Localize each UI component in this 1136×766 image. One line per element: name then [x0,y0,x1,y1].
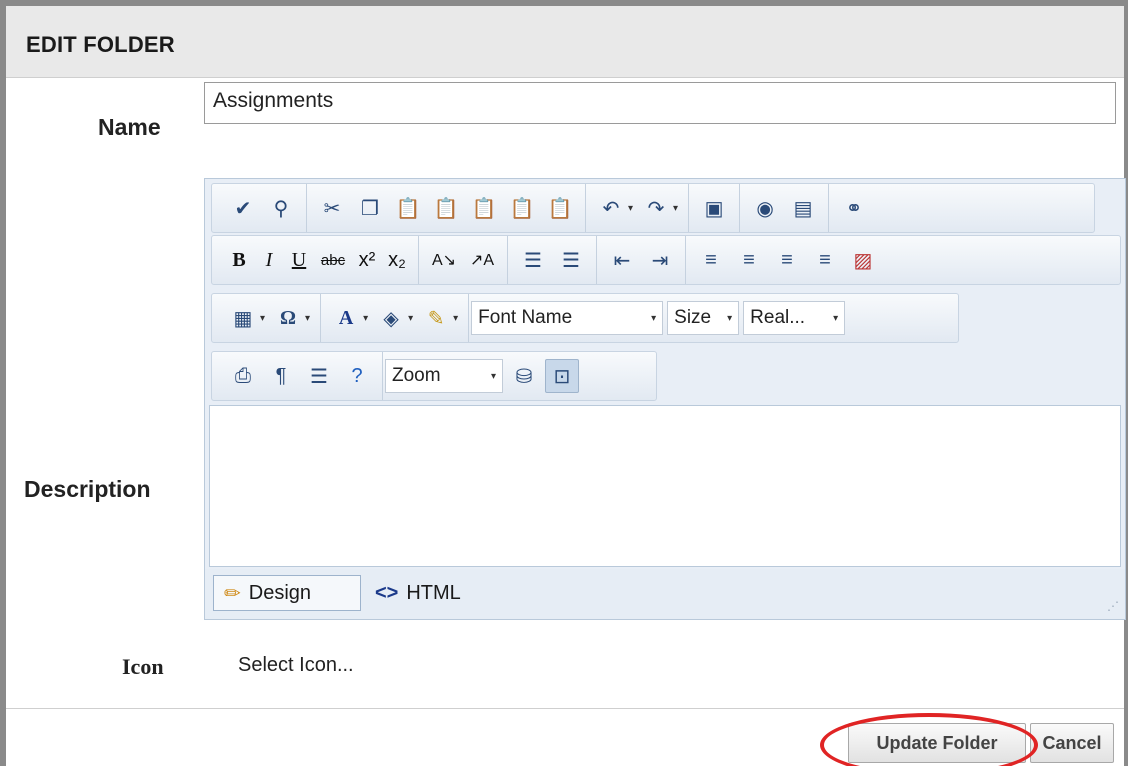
editor-toolbar: ✔ ⚲ ✂ ❐ 📋 📋 📋 📋 📋 ↶ ▾ ↷ ▾ ▣ ◉ ▤ ⚭ B I U … [205,179,1125,405]
strikethrough-icon[interactable]: abc [316,243,350,277]
toggle-screen-icon[interactable]: ⊡ [545,359,579,393]
undo-icon[interactable]: ↶ [594,191,628,225]
align-left-icon[interactable]: ≡ [694,243,728,277]
editor-content-area[interactable] [209,405,1121,567]
font-color-icon[interactable]: A [329,301,363,335]
outdent-icon[interactable]: ⇤ [605,243,639,277]
table-icon[interactable]: ▦ [226,301,260,335]
code-icon: <> [375,581,399,604]
remove-alignment-icon[interactable]: ▨ [846,243,880,277]
find-replace-icon[interactable]: ⚲ [264,191,298,225]
module-manager-icon[interactable]: ⛁ [507,359,541,393]
format-stripper-icon[interactable]: ✎ [419,301,453,335]
chevron-down-icon: ▾ [490,370,496,382]
update-folder-button[interactable]: Update Folder [848,723,1026,763]
html-mode-tab[interactable]: <> HTML [365,575,471,611]
font-size-select[interactable]: Size ▾ [667,301,740,335]
numbered-list-icon[interactable]: ☰ [516,243,550,277]
name-input[interactable]: Assignments [204,82,1116,124]
design-mode-tab[interactable]: ✏ Design [213,575,361,611]
table-dropdown-icon[interactable]: ▾ [260,313,265,324]
help-icon[interactable]: ? [340,359,374,393]
format-icon[interactable]: ☰ [302,359,336,393]
edit-folder-dialog: EDIT FOLDER Name Assignments Description… [0,0,1128,766]
underline-icon[interactable]: U [286,243,312,277]
font-name-select[interactable]: Font Name ▾ [471,301,664,335]
subscript-icon[interactable]: x₂ [384,243,410,277]
chevron-down-icon: ▾ [833,312,839,324]
paste-html-icon[interactable]: 📋 [543,191,577,225]
print-icon[interactable]: ⎙ [226,359,260,393]
real-font-size-value: Real... [750,307,806,328]
chevron-down-icon: ▾ [727,312,733,324]
font-name-value: Font Name [478,307,573,328]
toolbar-row-2: B I U abc x² x₂ A↘ ↗A ☰ ☰ ⇤ ⇥ ≡ ≡ ≡ ≡ ▨ [211,235,1121,285]
name-label: Name [98,114,161,140]
copy-icon[interactable]: ❐ [353,191,387,225]
align-right-icon[interactable]: ≡ [770,243,804,277]
toolbar-row-1: ✔ ⚲ ✂ ❐ 📋 📋 📋 📋 📋 ↶ ▾ ↷ ▾ ▣ ◉ ▤ ⚭ [211,183,1095,233]
select-icon-link[interactable]: Select Icon... [238,654,354,677]
spellcheck-icon[interactable]: ✔ [226,191,260,225]
dialog-title: EDIT FOLDER [26,32,175,57]
document-manager-icon[interactable]: ▤ [786,191,820,225]
italic-icon[interactable]: I [256,243,282,277]
convert-upper-icon[interactable]: ↗A [465,243,499,277]
background-color-dropdown-icon[interactable]: ▾ [408,313,413,324]
convert-lower-icon[interactable]: A↘ [427,243,461,277]
cancel-button[interactable]: Cancel [1030,723,1114,763]
font-size-value: Size [674,307,712,328]
font-color-dropdown-icon[interactable]: ▾ [363,313,368,324]
description-label: Description [24,476,151,502]
paragraph-icon[interactable]: ¶ [264,359,298,393]
image-manager-icon[interactable]: ▣ [697,191,731,225]
hyperlink-icon[interactable]: ⚭ [837,191,871,225]
paste-from-word-icon[interactable]: 📋 [429,191,463,225]
media-icon[interactable]: ◉ [748,191,782,225]
redo-dropdown-icon[interactable]: ▾ [673,203,678,214]
cut-icon[interactable]: ✂ [315,191,349,225]
paste-plain-icon[interactable]: 📋 [505,191,539,225]
align-center-icon[interactable]: ≡ [732,243,766,277]
chevron-down-icon: ▾ [651,312,657,324]
indent-icon[interactable]: ⇥ [643,243,677,277]
toolbar-row-3: ▦ ▾ Ω ▾ A ▾ ◈ ▾ ✎ ▾ Font Name ▾ Size ▾ Real [211,293,959,343]
icon-label: Icon [122,654,164,679]
superscript-icon[interactable]: x² [354,243,380,277]
justify-icon[interactable]: ≡ [808,243,842,277]
pencil-icon: ✏ [224,582,241,605]
bold-icon[interactable]: B [226,243,252,277]
rich-text-editor: ✔ ⚲ ✂ ❐ 📋 📋 📋 📋 📋 ↶ ▾ ↷ ▾ ▣ ◉ ▤ ⚭ B I U … [204,178,1126,620]
toolbar-row-4: ⎙ ¶ ☰ ? Zoom ▾ ⛁ ⊡ [211,351,657,401]
dialog-titlebar: EDIT FOLDER [6,6,1124,78]
zoom-select[interactable]: Zoom ▾ [385,359,503,393]
symbol-dropdown-icon[interactable]: ▾ [305,313,310,324]
bullet-list-icon[interactable]: ☰ [554,243,588,277]
design-mode-label: Design [248,581,312,604]
html-mode-label: HTML [406,581,461,604]
dialog-footer: Update Folder Cancel [6,708,1124,766]
real-font-size-select[interactable]: Real... ▾ [743,301,846,335]
paste-icon[interactable]: 📋 [391,191,425,225]
zoom-value: Zoom [392,365,441,386]
redo-icon[interactable]: ↷ [639,191,673,225]
undo-dropdown-icon[interactable]: ▾ [628,203,633,214]
background-color-icon[interactable]: ◈ [374,301,408,335]
format-stripper-dropdown-icon[interactable]: ▾ [453,313,458,324]
editor-mode-bar: ✏ Design <> HTML ⋰ [205,569,1125,619]
resize-handle-icon[interactable]: ⋰ [1107,599,1119,613]
symbol-icon[interactable]: Ω [271,301,305,335]
paste-word-cleanup-icon[interactable]: 📋 [467,191,501,225]
